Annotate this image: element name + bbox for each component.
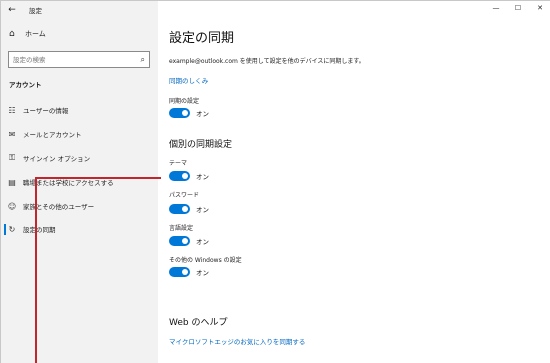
sync-settings-toggle-row: オン (169, 108, 209, 118)
search-box[interactable]: ⌕ (8, 51, 150, 68)
person-add-icon: ☺ (7, 201, 17, 211)
toggle-state-label: オン (196, 238, 209, 246)
sidebar-item-label: メールとアカウント (23, 131, 82, 139)
toggle-state-label: オン (196, 173, 209, 181)
sidebar-item-work-school[interactable]: ▤ 職場または学校にアクセスする (1, 173, 158, 191)
edge-favorites-sync-link[interactable]: マイクロソフトエッジのお気に入りを同期する (169, 336, 305, 346)
close-button[interactable]: ✕ (529, 1, 550, 15)
theme-toggle-row: オン (169, 171, 209, 181)
page-title: 設定の同期 (169, 31, 235, 46)
sidebar-item-user-info[interactable]: ☷ ユーザーの情報 (1, 101, 158, 119)
sidebar-item-label: 設定の同期 (23, 226, 56, 234)
window-title: 設定 (29, 6, 42, 15)
toggle-state-label: オン (196, 269, 209, 277)
maximize-button[interactable]: ☐ (507, 1, 529, 15)
home-icon: ⌂ (9, 29, 15, 39)
minimize-button[interactable]: — (485, 1, 507, 15)
briefcase-icon: ▤ (8, 177, 16, 187)
how-sync-works-link[interactable]: 同期のしくみ (169, 75, 208, 85)
sidebar-item-email-accounts[interactable]: ✉ メールとアカウント (1, 125, 158, 143)
sidebar-item-label: サインイン オプション (23, 155, 91, 163)
search-input[interactable] (13, 55, 131, 64)
theme-toggle[interactable] (169, 171, 190, 181)
toggle-state-label: オン (196, 110, 209, 118)
settings-window: ← 設定 ⌂ ホーム ⌕ アカウント ☷ ユーザーの情報 ✉ メールとアカウント… (0, 0, 550, 363)
selection-indicator (4, 224, 6, 235)
user-info-icon: ☷ (8, 105, 16, 115)
mail-icon: ✉ (8, 129, 16, 139)
theme-label: テーマ (169, 160, 188, 167)
sidebar-item-label: 家族とその他のユーザー (23, 203, 95, 211)
back-button[interactable]: ← (1, 1, 23, 18)
sidebar-item-sync[interactable]: ↻ 設定の同期 (1, 220, 158, 238)
sync-settings-toggle[interactable] (169, 108, 190, 118)
other-windows-toggle-row: オン (169, 267, 209, 277)
home-label: ホーム (25, 30, 46, 38)
web-help-heading: Web のヘルプ (169, 318, 228, 328)
sync-settings-label: 同期の設定 (169, 98, 200, 105)
main-content: — ☐ ✕ 設定の同期 example@outlook.com を使用して設定を… (158, 1, 550, 363)
other-windows-settings-label: その他の Windows の設定 (169, 257, 242, 264)
window-controls: — ☐ ✕ (485, 1, 550, 15)
annotation-line-horizontal (35, 177, 161, 179)
home-nav[interactable]: ⌂ ホーム (9, 29, 46, 39)
language-label: 言語設定 (169, 225, 194, 232)
sidebar: ← 設定 ⌂ ホーム ⌕ アカウント ☷ ユーザーの情報 ✉ メールとアカウント… (1, 1, 158, 363)
toggle-knob (182, 238, 188, 244)
language-toggle-row: オン (169, 236, 209, 246)
annotation-line-vertical (35, 177, 37, 363)
language-toggle[interactable] (169, 236, 190, 246)
other-windows-toggle[interactable] (169, 267, 190, 277)
key-icon: ⚿ (8, 153, 16, 162)
sidebar-item-signin-options[interactable]: ⚿ サインイン オプション (1, 149, 158, 167)
toggle-state-label: オン (196, 206, 209, 214)
search-icon[interactable]: ⌕ (141, 55, 145, 65)
toggle-knob (182, 269, 188, 275)
sidebar-item-label: ユーザーの情報 (23, 107, 69, 115)
section-heading: アカウント (9, 81, 42, 89)
sync-description: example@outlook.com を使用して設定を他のデバイスに同期します… (169, 58, 365, 65)
sidebar-item-family[interactable]: ☺ 家族とその他のユーザー (1, 197, 158, 215)
title-bar: ← 設定 (1, 1, 158, 18)
individual-sync-heading: 個別の同期設定 (169, 140, 233, 150)
toggle-knob (182, 206, 188, 212)
toggle-knob (182, 173, 188, 179)
toggle-knob (182, 110, 188, 116)
password-toggle[interactable] (169, 204, 190, 214)
password-label: パスワード (169, 192, 200, 199)
password-toggle-row: オン (169, 204, 209, 214)
